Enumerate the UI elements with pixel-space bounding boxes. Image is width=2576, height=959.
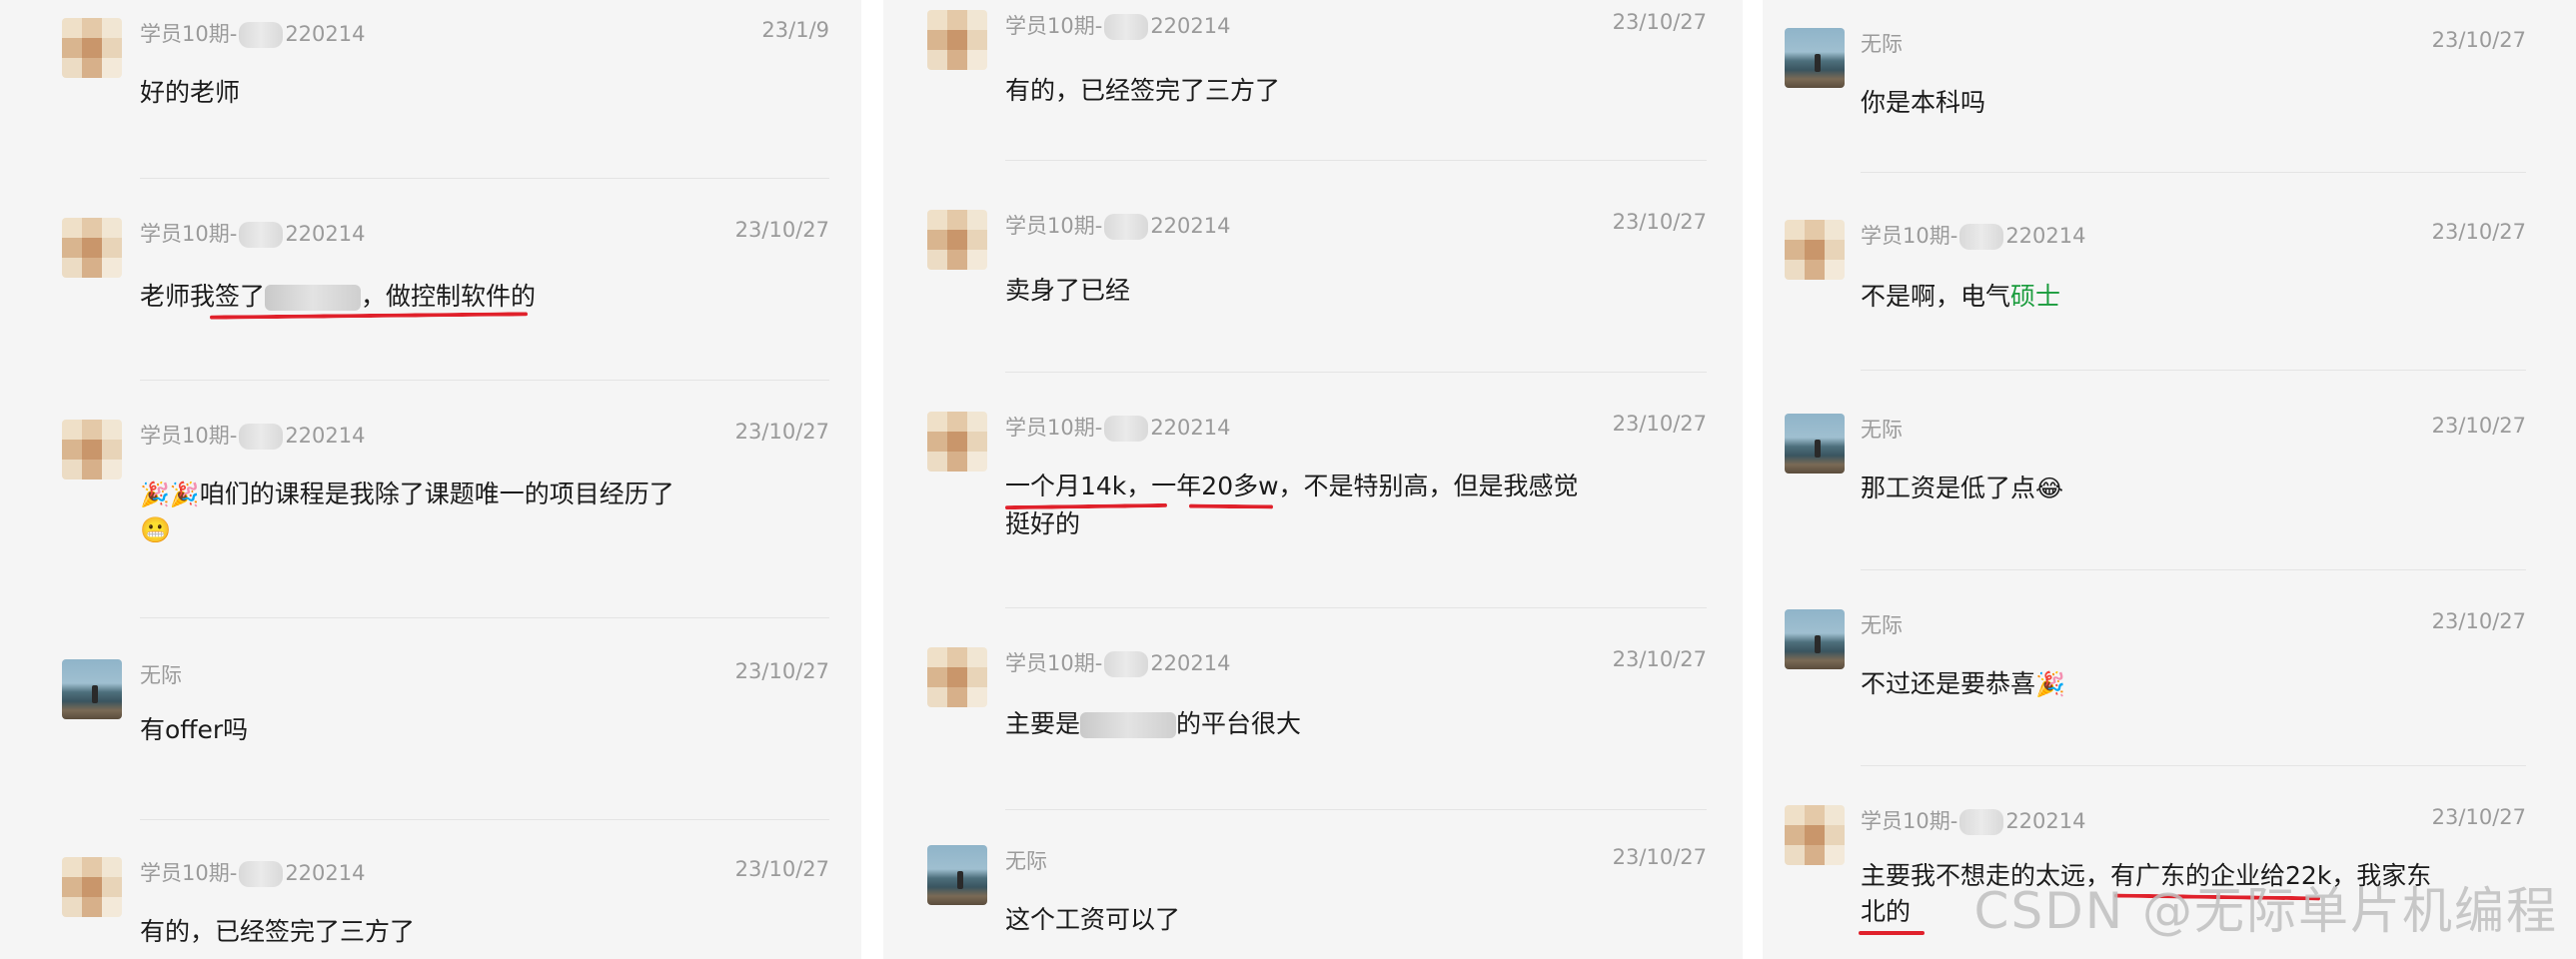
message-text-line2: 挺好的 xyxy=(1005,509,1081,538)
redacted-name xyxy=(1959,809,2004,835)
message-time: 23/10/27 xyxy=(2431,220,2526,244)
avatar-blurred[interactable] xyxy=(62,218,122,278)
message-text: 有的，已经签完了三方了 xyxy=(1005,76,1281,105)
message-text: 有offer吗 xyxy=(140,715,249,744)
avatar-blurred[interactable] xyxy=(927,210,987,270)
sender-name: 学员10期- 220214 xyxy=(140,861,366,887)
csdn-watermark: CSDN @无际单片机编程 xyxy=(1973,882,2558,940)
message-text: 有的，已经签完了三方了 xyxy=(140,917,416,946)
redacted-name xyxy=(1959,224,2004,250)
message-text: 🎉🎉咱们的课程是我除了课题唯一的项目经历了 xyxy=(140,476,674,513)
avatar-scenery[interactable] xyxy=(62,659,122,719)
avatar-scenery[interactable] xyxy=(1785,28,1845,88)
sender-name: 学员10期- 220214 xyxy=(140,424,366,450)
message-text: 这个工资可以了 xyxy=(1005,905,1181,934)
avatar-blurred[interactable] xyxy=(62,420,122,480)
message-time: 23/10/27 xyxy=(1612,412,1707,436)
sender-name: 无际 xyxy=(1861,418,1903,442)
message-text: 卖身了已经 xyxy=(1005,276,1131,305)
divider xyxy=(1005,372,1707,373)
divider xyxy=(1861,172,2526,173)
red-underline xyxy=(1188,503,1274,509)
sender-name: 学员10期- 220214 xyxy=(1005,214,1231,240)
sender-name: 学员10期- 220214 xyxy=(1005,651,1231,677)
avatar-blurred[interactable] xyxy=(1785,805,1845,865)
message-time: 23/10/27 xyxy=(2431,414,2526,438)
message-time: 23/10/27 xyxy=(1612,210,1707,234)
avatar-blurred[interactable] xyxy=(62,18,122,78)
chat-column-3: 无际 23/10/27 你是本科吗 学员10期- 220214 23/10/27 … xyxy=(1763,0,2576,959)
message-text: 不是啊，电气硕士 xyxy=(1861,282,2061,311)
message-time: 23/10/27 xyxy=(2431,805,2526,829)
avatar-scenery[interactable] xyxy=(1785,414,1845,474)
sender-name: 学员10期- 220214 xyxy=(1861,809,2086,835)
divider xyxy=(1005,160,1707,161)
redacted-company xyxy=(1080,712,1177,738)
message-time: 23/10/27 xyxy=(1612,10,1707,34)
sender-name: 无际 xyxy=(1005,849,1047,873)
red-underline xyxy=(1859,931,1925,935)
message-text: 那工资是低了点😂 xyxy=(1861,470,2063,507)
chat-column-2: 学员10期- 220214 23/10/27 有的，已经签完了三方了 学员10期-… xyxy=(883,0,1743,959)
message-time: 23/10/27 xyxy=(734,659,829,683)
message-time: 23/10/27 xyxy=(2431,28,2526,52)
divider xyxy=(140,178,829,179)
redacted-name xyxy=(239,424,284,450)
divider xyxy=(1861,370,2526,371)
divider xyxy=(140,819,829,820)
sender-name: 无际 xyxy=(1861,613,1903,637)
message-time: 23/10/27 xyxy=(1612,845,1707,869)
redacted-name xyxy=(239,222,284,248)
divider xyxy=(1005,809,1707,810)
sender-name: 学员10期- 220214 xyxy=(140,222,366,248)
chat-column-1: 学员10期- 220214 23/1/9 好的老师 学员10期- 220214 23… xyxy=(0,0,861,959)
message-text: 你是本科吗 xyxy=(1861,88,1986,117)
message-text: 好的老师 xyxy=(140,78,241,107)
avatar-blurred[interactable] xyxy=(62,857,122,917)
redacted-company xyxy=(265,285,362,311)
sender-name: 无际 xyxy=(1861,32,1903,56)
red-underline xyxy=(1004,502,1168,510)
sender-name: 无际 xyxy=(140,663,182,687)
avatar-scenery[interactable] xyxy=(1785,609,1845,669)
message-time: 23/10/27 xyxy=(734,857,829,881)
sender-name: 学员10期- 220214 xyxy=(1005,14,1231,40)
divider xyxy=(1005,607,1707,608)
message-text-line2: 北的 xyxy=(1861,897,1912,926)
sender-name: 学员10期- 220214 xyxy=(1861,224,2086,250)
message-time: 23/1/9 xyxy=(761,18,829,42)
message-text: 老师我签了 ，做控制软件的 xyxy=(140,282,537,311)
divider xyxy=(140,617,829,618)
laughing-emoji-icon: 😂 xyxy=(2035,475,2064,502)
party-popper-icon: 🎉 xyxy=(2035,670,2065,698)
divider xyxy=(1861,765,2526,766)
redacted-name xyxy=(1104,416,1149,442)
message-time: 23/10/27 xyxy=(734,218,829,242)
redacted-name xyxy=(239,861,284,887)
divider xyxy=(140,380,829,381)
avatar-scenery[interactable] xyxy=(927,845,987,905)
sender-name: 学员10期- 220214 xyxy=(140,22,366,48)
redacted-name xyxy=(1104,651,1149,677)
redacted-name xyxy=(1104,14,1149,40)
sender-name: 学员10期- 220214 xyxy=(1005,416,1231,442)
message-text: 主要是 的平台很大 xyxy=(1005,709,1302,738)
message-text: 不过还是要恭喜🎉 xyxy=(1861,665,2065,703)
redacted-name xyxy=(239,22,284,48)
avatar-blurred[interactable] xyxy=(1785,220,1845,280)
message-time: 23/10/27 xyxy=(734,420,829,444)
message-text: 一个月14k，一年20多w，不是特别高，但是我感觉 xyxy=(1005,472,1579,500)
avatar-blurred[interactable] xyxy=(927,412,987,472)
message-time: 23/10/27 xyxy=(2431,609,2526,633)
avatar-blurred[interactable] xyxy=(927,10,987,70)
divider xyxy=(1861,569,2526,570)
avatar-blurred[interactable] xyxy=(927,647,987,707)
grimace-emoji-icon: 😬 xyxy=(140,515,172,544)
redacted-name xyxy=(1104,214,1149,240)
party-popper-icon: 🎉🎉 xyxy=(140,480,200,508)
message-time: 23/10/27 xyxy=(1612,647,1707,671)
